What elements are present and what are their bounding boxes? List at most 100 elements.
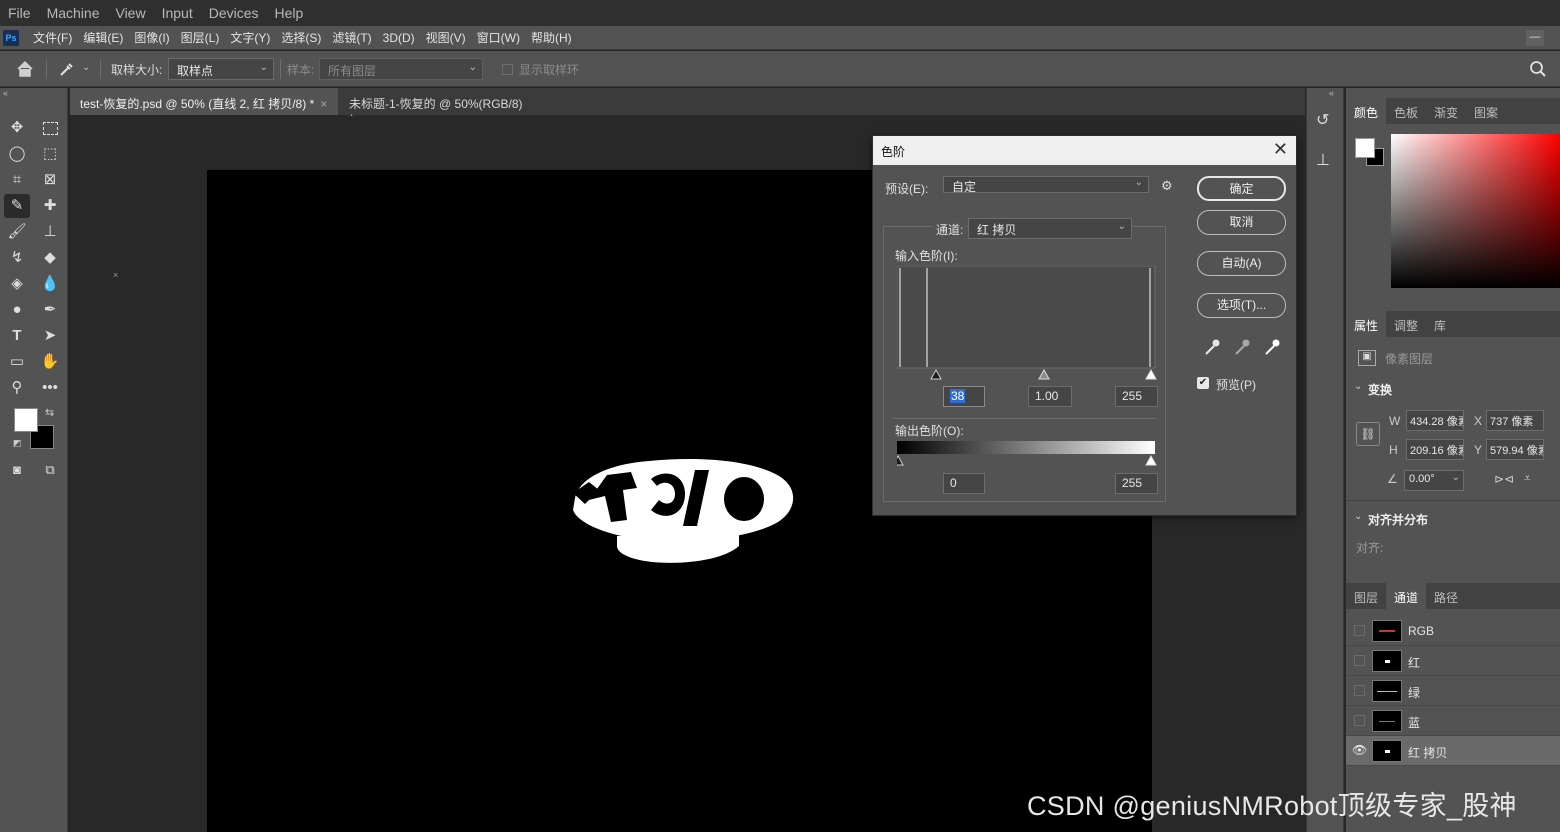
chevron-down-icon[interactable]: ⌄ — [82, 62, 90, 73]
tab-properties[interactable]: 属性 — [1346, 311, 1387, 337]
input-gamma-field[interactable]: 1.00 — [1028, 386, 1072, 407]
tab-paths[interactable]: 路径 — [1426, 583, 1466, 609]
foreground-color-swatch[interactable] — [14, 408, 38, 432]
white-point-eyedropper-icon[interactable] — [1263, 338, 1281, 356]
eraser-tool-icon[interactable]: ◆ — [37, 246, 63, 270]
lasso-tool-icon[interactable]: ◯ — [4, 142, 30, 166]
flip-horizontal-icon[interactable]: ⊳⊲ — [1494, 472, 1514, 486]
tab-color[interactable]: 颜色 — [1346, 98, 1387, 124]
angle-input[interactable]: 0.00° ⌄ — [1404, 470, 1464, 491]
height-input[interactable]: 209.16 像素 — [1406, 439, 1464, 460]
input-white-field[interactable]: 255 — [1115, 386, 1158, 407]
clone-source-panel-icon[interactable]: ⊥ — [1316, 150, 1330, 170]
collapse-icon[interactable]: « — [3, 88, 8, 98]
align-section-title[interactable]: 对齐并分布 — [1368, 511, 1428, 528]
sample-size-select[interactable]: 取样点 ⌄ — [168, 58, 274, 80]
dodge-tool-icon[interactable]: ● — [4, 298, 30, 322]
tab-test-psd[interactable]: test-恢复的.psd @ 50% (直线 2, 红 拷贝/8) * × — [70, 88, 338, 115]
preview-checkbox[interactable]: ✔ — [1197, 377, 1209, 389]
marquee-tool-icon[interactable] — [37, 116, 63, 140]
stamp-tool-icon[interactable]: ⊥ — [37, 220, 63, 244]
chevron-down-icon[interactable]: ⌄ — [1354, 511, 1362, 522]
pen-tool-icon[interactable]: ✒ — [37, 298, 63, 322]
menu-help[interactable]: 帮助(H) — [531, 29, 572, 46]
eye-icon[interactable]: 👁 — [1352, 743, 1367, 757]
brush-tool-icon[interactable]: 🖌 — [4, 220, 30, 244]
path-select-tool-icon[interactable]: ➤ — [37, 324, 63, 348]
dialog-titlebar[interactable]: 色阶 ✕ — [873, 136, 1296, 165]
move-tool-icon[interactable]: ✥ — [4, 116, 30, 140]
menu-window[interactable]: 窗口(W) — [477, 29, 520, 46]
options-button[interactable]: 选项(T)... — [1197, 293, 1286, 318]
tab-adjustments[interactable]: 调整 — [1386, 311, 1426, 337]
output-black-field[interactable]: 0 — [943, 473, 985, 494]
gray-point-eyedropper-icon[interactable] — [1233, 338, 1251, 356]
close-icon[interactable]: ✕ — [1273, 139, 1288, 160]
close-icon[interactable]: × — [320, 97, 327, 111]
vm-menu-devices[interactable]: Devices — [209, 5, 259, 21]
ok-button[interactable]: 确定 — [1197, 176, 1286, 201]
history-panel-icon[interactable]: ↺ — [1316, 110, 1329, 130]
tab-swatches[interactable]: 色板 — [1386, 98, 1426, 124]
minimize-button[interactable]: — — [1526, 30, 1544, 46]
rectangle-tool-icon[interactable]: ▭ — [4, 350, 30, 374]
tab-untitled[interactable]: 未标题-1-恢复的 @ 50%(RGB/8) *× — [339, 88, 551, 126]
vm-menu-machine[interactable]: Machine — [47, 5, 100, 21]
menu-view[interactable]: 视图(V) — [426, 29, 466, 46]
gear-icon[interactable]: ⚙ — [1161, 178, 1173, 194]
home-icon[interactable] — [16, 60, 34, 78]
panel-fg-color-swatch[interactable] — [1355, 138, 1375, 158]
expand-icon[interactable]: « — [1329, 88, 1334, 98]
channel-select[interactable]: 红 拷贝 ⌄ — [968, 218, 1132, 239]
history-brush-tool-icon[interactable]: ↯ — [4, 246, 30, 270]
tab-gradients[interactable]: 渐变 — [1426, 98, 1466, 124]
tab-libraries[interactable]: 库 — [1426, 311, 1454, 337]
menu-image[interactable]: 图像(I) — [134, 29, 169, 46]
type-tool-icon[interactable]: T — [4, 324, 30, 348]
menu-file[interactable]: 文件(F) — [33, 29, 72, 46]
input-sliders[interactable] — [897, 369, 1159, 381]
menu-select[interactable]: 选择(S) — [281, 29, 321, 46]
link-icon[interactable]: ⛓ — [1356, 422, 1380, 446]
visibility-toggle[interactable] — [1354, 715, 1365, 726]
zoom-tool-icon[interactable]: ⚲ — [4, 376, 30, 400]
flip-vertical-icon[interactable]: ⩡ — [1524, 471, 1531, 486]
ps-logo-icon[interactable]: Ps — [3, 29, 19, 46]
sample-select[interactable]: 所有图层 ⌄ — [319, 58, 483, 80]
black-point-eyedropper-icon[interactable] — [1203, 338, 1221, 356]
default-colors-icon[interactable]: ◩ — [13, 438, 22, 449]
screen-mode-icon[interactable]: ⧉ — [37, 458, 63, 482]
menu-layer[interactable]: 图层(L) — [181, 29, 220, 46]
eyedropper-tool-preset-icon[interactable] — [58, 60, 76, 78]
more-tools-icon[interactable]: ••• — [37, 376, 63, 400]
healing-brush-tool-icon[interactable]: ✚ — [37, 194, 63, 218]
search-icon[interactable] — [1529, 60, 1547, 78]
tab-layers[interactable]: 图层 — [1346, 583, 1386, 609]
object-select-tool-icon[interactable]: ⬚ — [37, 142, 63, 166]
channel-row-rgb[interactable]: RGB — [1346, 616, 1560, 646]
channel-row-red[interactable]: 红 — [1346, 646, 1560, 676]
channel-row-green[interactable]: 绿 — [1346, 676, 1560, 706]
tab-channels[interactable]: 通道 — [1386, 583, 1427, 609]
output-white-field[interactable]: 255 — [1115, 473, 1158, 494]
visibility-toggle[interactable] — [1354, 625, 1365, 636]
vm-menu-input[interactable]: Input — [162, 5, 193, 21]
x-input[interactable]: 737 像素 — [1486, 410, 1544, 431]
channel-row-blue[interactable]: 蓝 — [1346, 706, 1560, 736]
chevron-down-icon[interactable]: ⌄ — [1354, 381, 1362, 392]
tab-patterns[interactable]: 图案 — [1466, 98, 1506, 124]
crop-tool-icon[interactable]: ⌗ — [4, 168, 30, 192]
cancel-button[interactable]: 取消 — [1197, 210, 1286, 235]
visibility-toggle[interactable] — [1354, 655, 1365, 666]
output-sliders[interactable] — [897, 455, 1159, 467]
quick-mask-icon[interactable]: ◙ — [4, 458, 30, 482]
vm-menu-view[interactable]: View — [115, 5, 145, 21]
visibility-toggle[interactable] — [1354, 685, 1365, 696]
color-picker-field[interactable] — [1391, 134, 1560, 288]
menu-edit[interactable]: 编辑(E) — [83, 29, 123, 46]
auto-button[interactable]: 自动(A) — [1197, 251, 1286, 276]
menu-3d[interactable]: 3D(D) — [383, 31, 415, 45]
blur-tool-icon[interactable]: 💧 — [37, 272, 63, 296]
y-input[interactable]: 579.94 像素 — [1486, 439, 1544, 460]
input-black-field[interactable]: 38 — [943, 386, 985, 407]
